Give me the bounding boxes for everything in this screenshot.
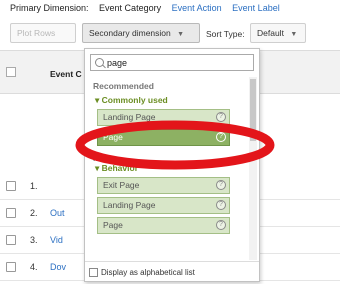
primary-dimension-bar: Primary Dimension: Event Category Event …	[10, 3, 288, 15]
row-checkbox[interactable]	[6, 181, 16, 191]
dimension-item-label: Page	[103, 220, 123, 230]
sort-type-label: Sort Type:	[206, 29, 245, 39]
dimension-search-box	[90, 54, 254, 71]
dimension-item-label: Landing Page	[103, 200, 156, 210]
row-link[interactable]: Out	[50, 208, 65, 218]
report-toolbar: Plot Rows Secondary dimension ▼ Sort Typ…	[0, 20, 340, 46]
row-number: 3.	[30, 235, 38, 245]
dropdown-footer: Display as alphabetical list	[85, 261, 259, 281]
subgroup-behavior[interactable]: ▾ Behavior	[95, 163, 138, 174]
dimension-item-landing-page[interactable]: Landing Page ?	[97, 197, 230, 214]
column-header-event-category[interactable]: Event C	[50, 69, 82, 79]
dimension-item-page[interactable]: Page ?	[97, 129, 230, 146]
plot-rows-label: Plot Rows	[17, 28, 56, 38]
group-recommended: Recommended	[93, 81, 154, 91]
secondary-dimension-dropdown: Recommended ▾ Commonly used Landing Page…	[84, 48, 260, 282]
group-more: More	[93, 153, 114, 163]
dimension-item-label: Landing Page	[103, 112, 156, 122]
plot-rows-button[interactable]: Plot Rows	[10, 23, 76, 43]
chevron-down-icon: ▼	[290, 31, 298, 38]
dimension-item-exit-page[interactable]: Exit Page ?	[97, 177, 230, 194]
primary-dimension-label: Primary Dimension:	[10, 3, 89, 13]
row-number: 4.	[30, 262, 38, 272]
help-icon[interactable]: ?	[216, 200, 226, 210]
dimension-item-label: Exit Page	[103, 180, 140, 190]
help-icon[interactable]: ?	[216, 220, 226, 230]
secondary-dimension-button[interactable]: Secondary dimension ▼	[82, 23, 200, 43]
help-icon[interactable]: ?	[216, 112, 226, 122]
scrollbar-thumb[interactable]	[250, 79, 256, 141]
row-number: 1.	[30, 181, 38, 191]
sort-type-value: Default	[257, 28, 284, 38]
row-checkbox[interactable]	[6, 208, 16, 218]
help-icon[interactable]: ?	[216, 132, 226, 142]
primary-dimension-event-action[interactable]: Event Action	[172, 3, 222, 13]
row-link[interactable]: Dov	[50, 262, 66, 272]
sort-type-select[interactable]: Default ▼	[250, 23, 306, 43]
select-all-checkbox[interactable]	[6, 67, 16, 77]
dimension-list: Recommended ▾ Commonly used Landing Page…	[85, 75, 249, 260]
alphabetical-list-label[interactable]: Display as alphabetical list	[101, 268, 195, 277]
dimension-item-page[interactable]: Page ?	[97, 217, 230, 234]
dropdown-scrollbar[interactable]	[249, 77, 257, 260]
secondary-dimension-label: Secondary dimension	[89, 28, 171, 38]
dimension-item-label: Page	[103, 132, 123, 142]
row-number: 2.	[30, 208, 38, 218]
dimension-search-input[interactable]	[107, 56, 247, 69]
row-checkbox[interactable]	[6, 235, 16, 245]
help-icon[interactable]: ?	[216, 180, 226, 190]
chevron-down-icon: ▼	[177, 31, 185, 38]
row-checkbox[interactable]	[6, 262, 16, 272]
primary-dimension-event-category[interactable]: Event Category	[99, 3, 161, 13]
row-link[interactable]: Vid	[50, 235, 63, 245]
primary-dimension-event-label[interactable]: Event Label	[232, 3, 280, 13]
dimension-item-landing-page[interactable]: Landing Page ?	[97, 109, 230, 126]
alphabetical-list-checkbox[interactable]	[89, 268, 98, 277]
subgroup-commonly-used[interactable]: ▾ Commonly used	[95, 95, 168, 106]
search-icon	[95, 58, 104, 67]
